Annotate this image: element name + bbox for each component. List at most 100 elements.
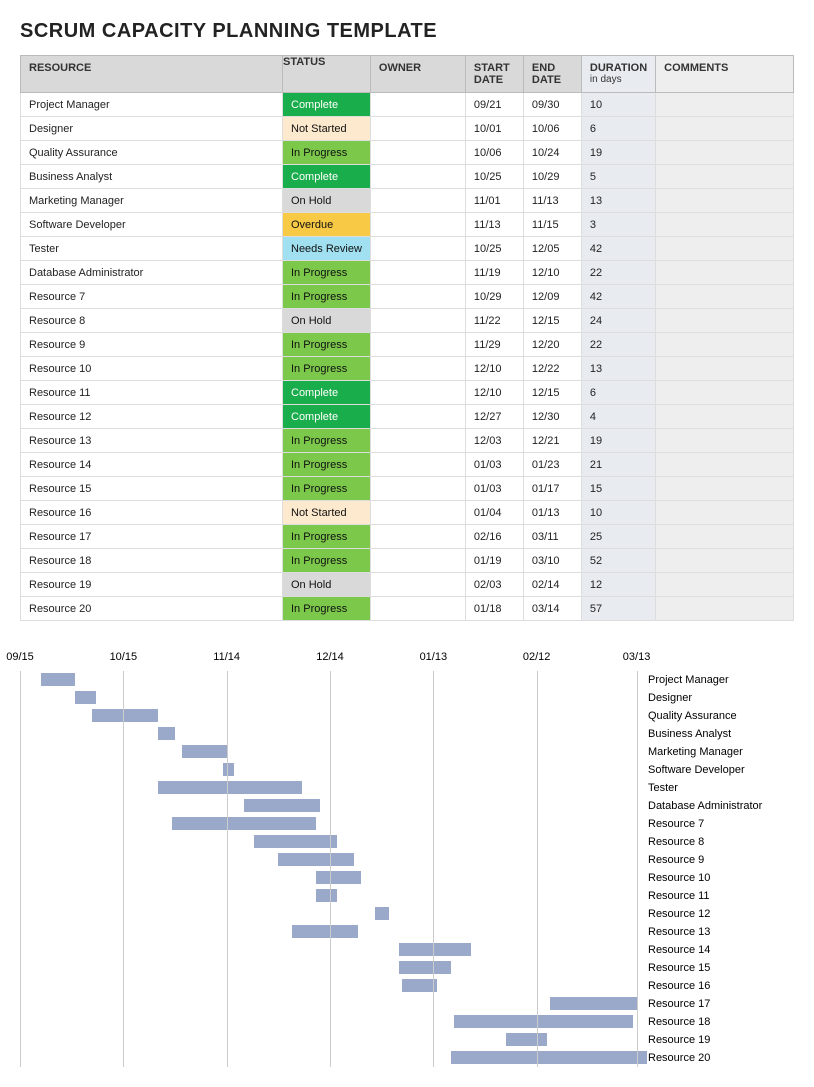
cell-comments[interactable] xyxy=(656,333,794,357)
cell-start-date[interactable]: 02/16 xyxy=(465,525,523,549)
cell-start-date[interactable]: 10/29 xyxy=(465,285,523,309)
cell-status[interactable]: Complete xyxy=(283,381,371,405)
cell-duration[interactable]: 6 xyxy=(581,381,655,405)
cell-status[interactable]: In Progress xyxy=(283,261,371,285)
cell-start-date[interactable]: 11/01 xyxy=(465,189,523,213)
cell-start-date[interactable]: 09/21 xyxy=(465,93,523,117)
cell-duration[interactable]: 52 xyxy=(581,549,655,573)
cell-start-date[interactable]: 10/01 xyxy=(465,117,523,141)
cell-start-date[interactable]: 11/29 xyxy=(465,333,523,357)
cell-duration[interactable]: 42 xyxy=(581,237,655,261)
cell-end-date[interactable]: 12/05 xyxy=(523,237,581,261)
cell-status[interactable]: In Progress xyxy=(283,453,371,477)
cell-duration[interactable]: 19 xyxy=(581,141,655,165)
cell-duration[interactable]: 25 xyxy=(581,525,655,549)
cell-duration[interactable]: 13 xyxy=(581,357,655,381)
cell-duration[interactable]: 42 xyxy=(581,285,655,309)
cell-comments[interactable] xyxy=(656,381,794,405)
cell-status[interactable]: On Hold xyxy=(283,189,371,213)
cell-comments[interactable] xyxy=(656,189,794,213)
cell-duration[interactable]: 22 xyxy=(581,261,655,285)
cell-comments[interactable] xyxy=(656,477,794,501)
cell-owner[interactable] xyxy=(370,573,465,597)
cell-duration[interactable]: 10 xyxy=(581,93,655,117)
cell-end-date[interactable]: 12/10 xyxy=(523,261,581,285)
cell-duration[interactable]: 6 xyxy=(581,117,655,141)
cell-end-date[interactable]: 10/24 xyxy=(523,141,581,165)
cell-owner[interactable] xyxy=(370,213,465,237)
cell-status[interactable]: Needs Review xyxy=(283,237,371,261)
cell-start-date[interactable]: 01/18 xyxy=(465,597,523,621)
cell-start-date[interactable]: 11/13 xyxy=(465,213,523,237)
cell-end-date[interactable]: 12/22 xyxy=(523,357,581,381)
cell-duration[interactable]: 12 xyxy=(581,573,655,597)
cell-end-date[interactable]: 12/21 xyxy=(523,429,581,453)
cell-end-date[interactable]: 12/30 xyxy=(523,405,581,429)
cell-status[interactable]: In Progress xyxy=(283,285,371,309)
cell-comments[interactable] xyxy=(656,213,794,237)
cell-owner[interactable] xyxy=(370,405,465,429)
cell-status[interactable]: In Progress xyxy=(283,525,371,549)
cell-status[interactable]: Complete xyxy=(283,93,371,117)
cell-owner[interactable] xyxy=(370,309,465,333)
cell-status[interactable]: Complete xyxy=(283,165,371,189)
cell-comments[interactable] xyxy=(656,405,794,429)
cell-end-date[interactable]: 03/14 xyxy=(523,597,581,621)
cell-duration[interactable]: 19 xyxy=(581,429,655,453)
cell-start-date[interactable]: 01/04 xyxy=(465,501,523,525)
cell-status[interactable]: In Progress xyxy=(283,333,371,357)
cell-owner[interactable] xyxy=(370,381,465,405)
cell-resource[interactable]: Resource 17 xyxy=(21,525,283,549)
cell-start-date[interactable]: 12/27 xyxy=(465,405,523,429)
cell-comments[interactable] xyxy=(656,141,794,165)
cell-resource[interactable]: Designer xyxy=(21,117,283,141)
cell-status[interactable]: In Progress xyxy=(283,429,371,453)
cell-duration[interactable]: 10 xyxy=(581,501,655,525)
cell-start-date[interactable]: 12/10 xyxy=(465,381,523,405)
cell-resource[interactable]: Resource 20 xyxy=(21,597,283,621)
cell-duration[interactable]: 15 xyxy=(581,477,655,501)
cell-end-date[interactable]: 10/29 xyxy=(523,165,581,189)
cell-owner[interactable] xyxy=(370,357,465,381)
cell-end-date[interactable]: 02/14 xyxy=(523,573,581,597)
cell-end-date[interactable]: 11/13 xyxy=(523,189,581,213)
cell-resource[interactable]: Resource 14 xyxy=(21,453,283,477)
cell-status[interactable]: Overdue xyxy=(283,213,371,237)
cell-duration[interactable]: 5 xyxy=(581,165,655,189)
cell-resource[interactable]: Quality Assurance xyxy=(21,141,283,165)
cell-resource[interactable]: Resource 18 xyxy=(21,549,283,573)
cell-status[interactable]: In Progress xyxy=(283,477,371,501)
cell-comments[interactable] xyxy=(656,549,794,573)
cell-resource[interactable]: Resource 7 xyxy=(21,285,283,309)
cell-resource[interactable]: Resource 19 xyxy=(21,573,283,597)
cell-end-date[interactable]: 01/23 xyxy=(523,453,581,477)
cell-owner[interactable] xyxy=(370,117,465,141)
cell-start-date[interactable]: 11/19 xyxy=(465,261,523,285)
cell-comments[interactable] xyxy=(656,93,794,117)
cell-comments[interactable] xyxy=(656,117,794,141)
cell-owner[interactable] xyxy=(370,237,465,261)
cell-owner[interactable] xyxy=(370,333,465,357)
cell-duration[interactable]: 21 xyxy=(581,453,655,477)
cell-comments[interactable] xyxy=(656,261,794,285)
cell-duration[interactable]: 13 xyxy=(581,189,655,213)
cell-end-date[interactable]: 09/30 xyxy=(523,93,581,117)
cell-end-date[interactable]: 12/09 xyxy=(523,285,581,309)
cell-owner[interactable] xyxy=(370,453,465,477)
cell-owner[interactable] xyxy=(370,285,465,309)
cell-status[interactable]: On Hold xyxy=(283,309,371,333)
cell-end-date[interactable]: 12/15 xyxy=(523,309,581,333)
cell-end-date[interactable]: 10/06 xyxy=(523,117,581,141)
cell-resource[interactable]: Tester xyxy=(21,237,283,261)
cell-status[interactable]: In Progress xyxy=(283,141,371,165)
cell-start-date[interactable]: 10/25 xyxy=(465,165,523,189)
cell-duration[interactable]: 57 xyxy=(581,597,655,621)
cell-comments[interactable] xyxy=(656,165,794,189)
cell-owner[interactable] xyxy=(370,141,465,165)
cell-comments[interactable] xyxy=(656,573,794,597)
cell-owner[interactable] xyxy=(370,93,465,117)
cell-duration[interactable]: 3 xyxy=(581,213,655,237)
cell-resource[interactable]: Business Analyst xyxy=(21,165,283,189)
cell-owner[interactable] xyxy=(370,549,465,573)
cell-end-date[interactable]: 12/15 xyxy=(523,381,581,405)
